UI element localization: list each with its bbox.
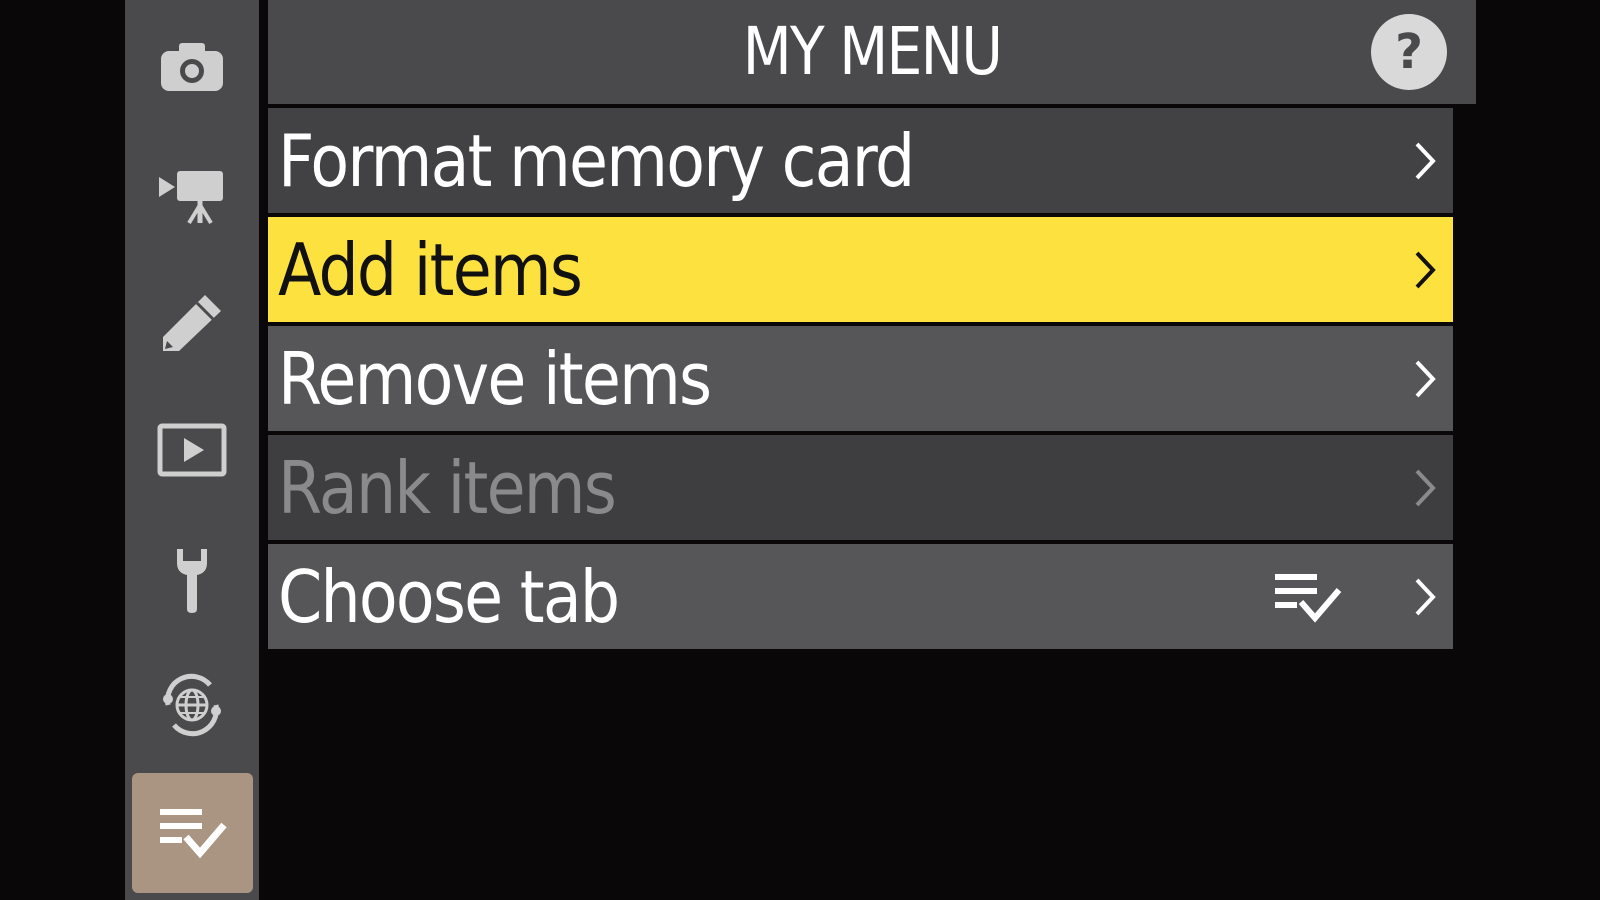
menu-item-label: Choose tab [278, 555, 620, 639]
tab-photo-shooting[interactable] [125, 22, 259, 112]
tab-my-menu[interactable] [132, 773, 253, 893]
movie-camera-icon [159, 171, 223, 225]
my-menu-icon [1275, 574, 1342, 623]
chevron-right-icon [1415, 251, 1436, 289]
menu-item-rank-items[interactable]: Rank items [268, 435, 1453, 540]
network-globe-icon [163, 673, 221, 737]
tab-playback[interactable] [125, 405, 259, 495]
tab-custom-settings[interactable] [125, 278, 259, 368]
playback-icon [157, 423, 227, 477]
camera-menu-screen: MY MENU ? Format memory card Add items R… [0, 0, 1600, 900]
wrench-icon [177, 549, 207, 613]
menu-item-label: Add items [278, 228, 583, 312]
tab-network[interactable] [125, 660, 259, 750]
help-button[interactable]: ? [1371, 14, 1447, 90]
pencil-icon [163, 295, 221, 351]
page-title: MY MENU [742, 13, 1003, 90]
menu-tab-sidebar [125, 0, 259, 900]
chevron-right-icon [1415, 469, 1436, 507]
menu-header: MY MENU ? [268, 0, 1476, 104]
camera-icon [161, 43, 223, 91]
menu-item-add-items[interactable]: Add items [268, 217, 1453, 322]
chevron-right-icon [1415, 360, 1436, 398]
tab-movie-recording[interactable] [125, 150, 259, 240]
chevron-right-icon [1415, 578, 1436, 616]
menu-item-label: Format memory card [278, 119, 915, 203]
menu-item-format-memory-card[interactable]: Format memory card [268, 108, 1453, 213]
menu-item-remove-items[interactable]: Remove items [268, 326, 1453, 431]
my-menu-icon [159, 809, 227, 859]
menu-item-choose-tab[interactable]: Choose tab [268, 544, 1453, 649]
tab-setup[interactable] [125, 535, 259, 625]
chevron-right-icon [1415, 142, 1436, 180]
menu-list: Format memory card Add items Remove item… [268, 108, 1453, 653]
menu-item-label: Remove items [278, 337, 712, 421]
menu-item-label: Rank items [278, 446, 617, 530]
